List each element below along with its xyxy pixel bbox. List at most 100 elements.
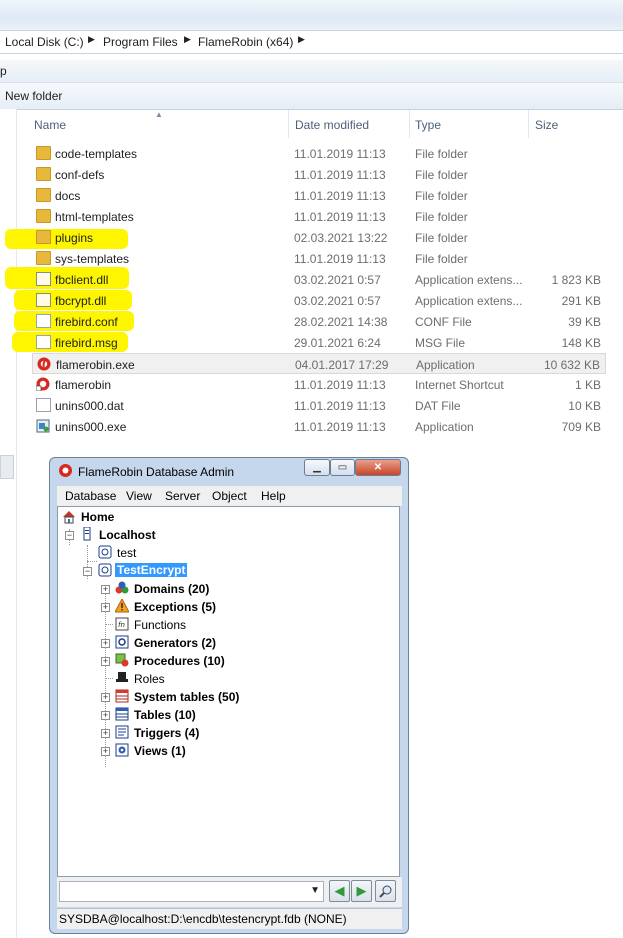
new-folder-button[interactable]: New folder <box>5 89 62 103</box>
file-name: docs <box>55 189 81 203</box>
tree-node-localhost[interactable]: Localhost <box>99 528 156 542</box>
menu-view[interactable]: View <box>126 489 152 503</box>
list-item[interactable]: plugins 02.03.2021 13:22 File folder <box>32 227 606 248</box>
list-item[interactable]: unins000.dat 11.01.2019 11:13 DAT File 1… <box>32 395 606 416</box>
collapse-toggle[interactable]: − <box>65 531 74 540</box>
file-size: 709 KB <box>561 420 601 434</box>
collapse-toggle[interactable]: − <box>83 567 92 576</box>
tree-node-procedures[interactable]: Procedures (10) <box>134 654 225 668</box>
tree-node-testencrypt[interactable]: TestEncrypt <box>115 563 188 577</box>
file-type: Application <box>416 358 475 372</box>
menu-help[interactable]: Help <box>261 489 286 503</box>
expand-toggle[interactable]: + <box>101 639 110 648</box>
chevron-right-icon[interactable]: ▶ <box>184 34 191 45</box>
views-icon <box>115 743 129 757</box>
menu-item-help-partial[interactable]: p <box>0 64 7 78</box>
column-divider[interactable] <box>288 110 289 138</box>
functions-icon: fn <box>115 617 129 631</box>
flamerobin-menu-bar: Database View Server Object Help <box>57 486 402 506</box>
address-bar[interactable]: Local Disk (C:) ▶ Program Files ▶ FlameR… <box>0 30 623 54</box>
tree-connector <box>105 678 113 679</box>
menu-server[interactable]: Server <box>165 489 200 503</box>
menu-object[interactable]: Object <box>212 489 247 503</box>
list-item[interactable]: html-templates 11.01.2019 11:13 File fol… <box>32 206 606 227</box>
file-date: 02.03.2021 13:22 <box>294 231 388 245</box>
file-icon <box>36 398 51 412</box>
list-item[interactable]: fbcrypt.dll 03.02.2021 0:57 Application … <box>32 290 606 311</box>
file-size: 39 KB <box>568 315 601 329</box>
dll-icon <box>36 293 51 307</box>
maximize-button[interactable]: ▭ <box>330 459 355 476</box>
search-button[interactable] <box>375 880 396 902</box>
file-type: CONF File <box>415 315 472 329</box>
column-header-name[interactable]: Name <box>34 118 66 132</box>
tree-node-views[interactable]: Views (1) <box>134 744 186 758</box>
system-tables-icon <box>115 689 129 703</box>
tree-node-domains[interactable]: Domains (20) <box>134 582 209 596</box>
tree-node-roles[interactable]: Roles <box>134 672 165 686</box>
list-item[interactable]: firebird.msg 29.01.2021 6:24 MSG File 14… <box>32 332 606 353</box>
expand-toggle[interactable]: + <box>101 747 110 756</box>
column-divider[interactable] <box>409 110 410 138</box>
minimize-button[interactable]: ▁ <box>304 459 330 476</box>
column-header-date[interactable]: Date modified <box>295 118 369 132</box>
list-item[interactable]: firebird.conf 28.02.2021 14:38 CONF File… <box>32 311 606 332</box>
file-name: fbcrypt.dll <box>55 294 107 308</box>
breadcrumb-program-files[interactable]: Program Files <box>103 35 178 49</box>
expand-toggle[interactable]: + <box>101 711 110 720</box>
file-date: 29.01.2021 6:24 <box>294 336 381 350</box>
triggers-icon <box>115 725 129 739</box>
breadcrumb-local-disk[interactable]: Local Disk (C:) <box>5 35 84 49</box>
tree-node-test[interactable]: test <box>117 546 136 560</box>
chevron-right-icon[interactable]: ▶ <box>88 34 95 45</box>
folder-icon <box>36 167 51 181</box>
file-date: 03.02.2021 0:57 <box>294 294 381 308</box>
procedures-icon <box>115 653 129 667</box>
column-header-type[interactable]: Type <box>415 118 441 132</box>
tree-node-tables[interactable]: Tables (10) <box>134 708 196 722</box>
nav-scrollbar-thumb[interactable] <box>0 455 14 479</box>
server-icon <box>80 526 94 541</box>
list-item[interactable]: flamerobin 11.01.2019 11:13 Internet Sho… <box>32 374 606 395</box>
expand-toggle[interactable]: + <box>101 585 110 594</box>
forward-button[interactable]: ▶ <box>351 880 372 902</box>
database-icon <box>98 545 112 559</box>
file-date: 11.01.2019 11:13 <box>294 147 386 161</box>
column-divider[interactable] <box>528 110 529 138</box>
dropdown-arrow-icon[interactable]: ▼ <box>310 885 320 896</box>
close-button[interactable]: ✕ <box>355 459 401 476</box>
search-combobox[interactable]: ▼ <box>59 881 324 902</box>
column-header-size[interactable]: Size <box>535 118 558 132</box>
tree-node-system-tables[interactable]: System tables (50) <box>134 690 239 704</box>
tree-connector <box>87 561 97 562</box>
expand-toggle[interactable]: + <box>101 693 110 702</box>
file-name: conf-defs <box>55 168 105 182</box>
list-item-selected[interactable]: flamerobin.exe 04.01.2017 17:29 Applicat… <box>32 353 606 374</box>
window-title: FlameRobin Database Admin <box>78 465 235 479</box>
file-type: File folder <box>415 147 468 161</box>
list-item[interactable]: sys-templates 11.01.2019 11:13 File fold… <box>32 248 606 269</box>
tree-node-home[interactable]: Home <box>81 510 114 524</box>
file-type: Application extens... <box>415 294 523 308</box>
expand-toggle[interactable]: + <box>101 729 110 738</box>
list-item[interactable]: unins000.exe 11.01.2019 11:13 Applicatio… <box>32 416 606 437</box>
file-type: File folder <box>415 252 468 266</box>
tree-node-exceptions[interactable]: Exceptions (5) <box>134 600 216 614</box>
menu-database[interactable]: Database <box>65 489 116 503</box>
back-button[interactable]: ◀ <box>329 880 350 902</box>
breadcrumb-flamerobin[interactable]: FlameRobin (x64) <box>198 35 293 49</box>
folder-icon <box>36 209 51 223</box>
list-item[interactable]: conf-defs 11.01.2019 11:13 File folder <box>32 164 606 185</box>
list-item[interactable]: code-templates 11.01.2019 11:13 File fol… <box>32 143 606 164</box>
tree-node-functions[interactable]: Functions <box>134 618 186 632</box>
tree-node-triggers[interactable]: Triggers (4) <box>134 726 199 740</box>
file-date: 11.01.2019 11:13 <box>294 189 386 203</box>
chevron-right-icon[interactable]: ▶ <box>298 34 305 45</box>
database-tree[interactable]: Home − Localhost test − TestEncrypt + Do… <box>57 506 400 877</box>
file-size: 291 KB <box>561 294 601 308</box>
expand-toggle[interactable]: + <box>101 603 110 612</box>
list-item[interactable]: docs 11.01.2019 11:13 File folder <box>32 185 606 206</box>
list-item[interactable]: fbclient.dll 03.02.2021 0:57 Application… <box>32 269 606 290</box>
expand-toggle[interactable]: + <box>101 657 110 666</box>
tree-node-generators[interactable]: Generators (2) <box>134 636 216 650</box>
